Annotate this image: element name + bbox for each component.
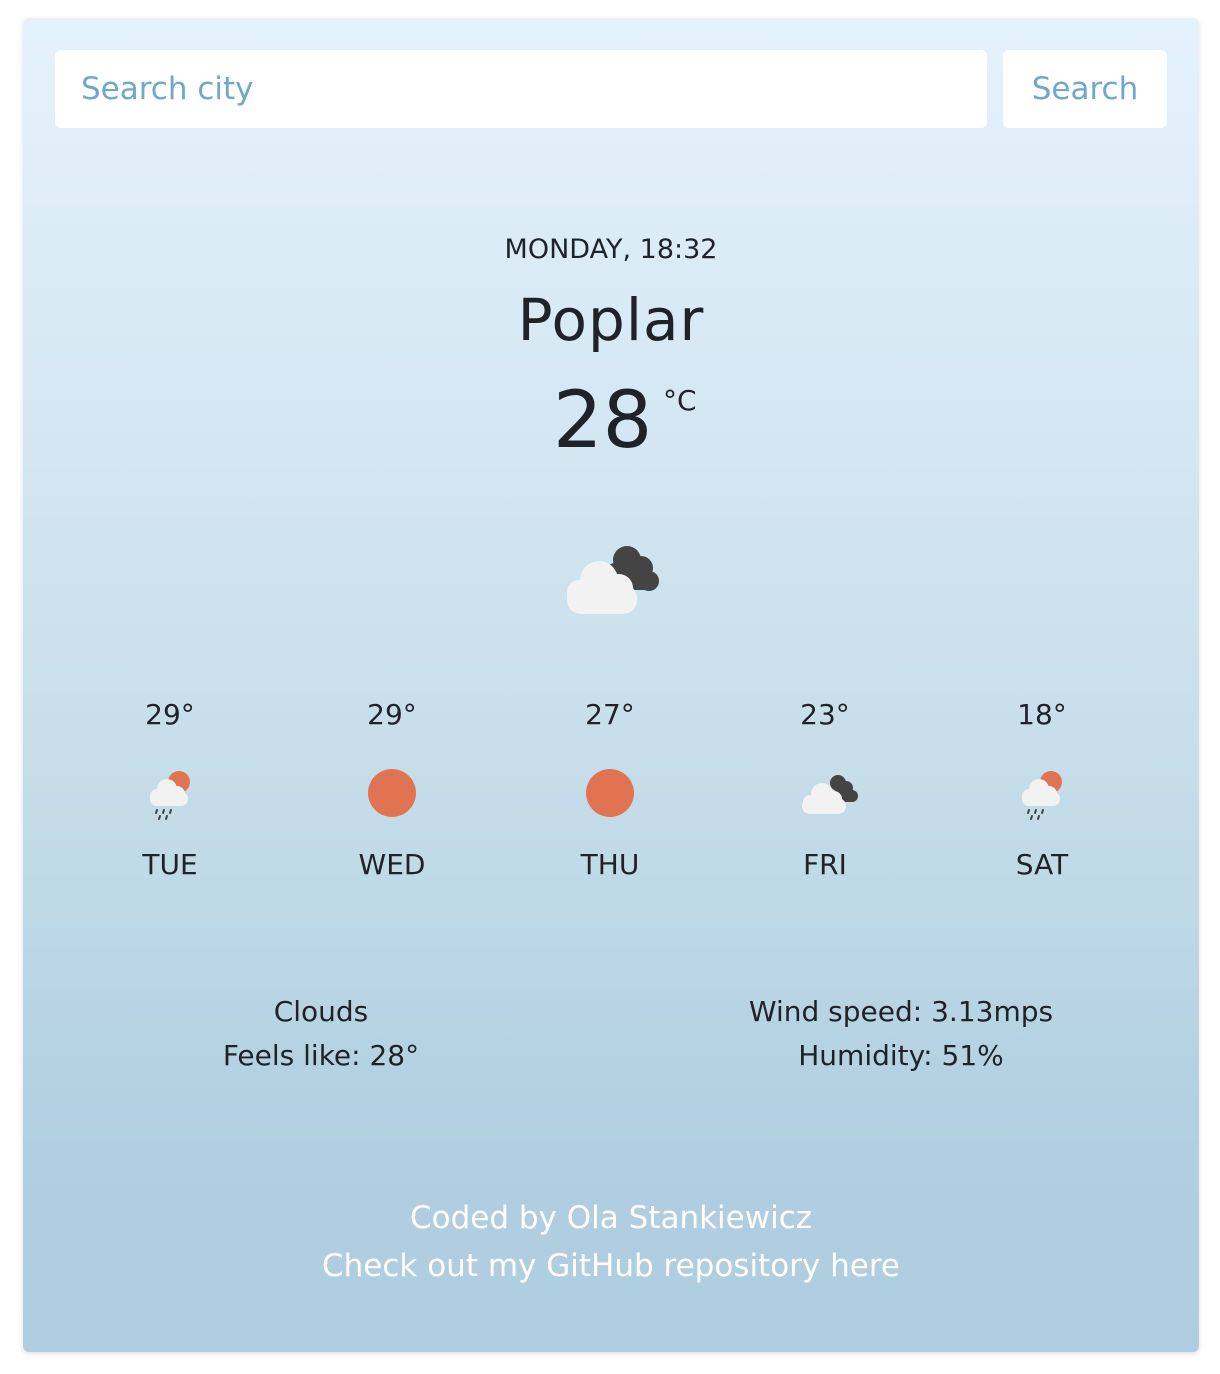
forecast-day-name: SAT: [1015, 848, 1069, 881]
forecast-day-name: TUE: [142, 848, 198, 881]
humidity: Humidity: 51%: [798, 1039, 1004, 1072]
current-datetime: MONDAY, 18:32: [504, 234, 718, 265]
forecast-day-name: THU: [580, 848, 640, 881]
city-name: Poplar: [517, 286, 705, 354]
forecast-day-name: FRI: [803, 848, 847, 881]
forecast-temp: 29°: [145, 698, 195, 731]
sun-icon: [368, 769, 416, 817]
search-button[interactable]: Search: [1003, 50, 1167, 128]
forecast-day-fri: 23° FRI: [760, 698, 890, 898]
forecast-day-wed: 29° WED: [327, 698, 457, 898]
forecast-day-name: WED: [358, 848, 426, 881]
wind-speed: Wind speed: 3.13mps: [748, 995, 1054, 1028]
forecast-temp: 23°: [800, 698, 850, 731]
forecast-temp: 29°: [367, 698, 417, 731]
search-input[interactable]: [55, 50, 987, 128]
current-temperature: 28 °C: [553, 376, 753, 476]
weather-description-block: Clouds Feels like: 28°: [171, 990, 471, 1078]
weather-card: Search MONDAY, 18:32 Poplar 28 °C 29°: [23, 18, 1199, 1352]
rain-sun-icon: [1022, 771, 1062, 820]
forecast-temp: 18°: [1017, 698, 1067, 731]
rain-sun-icon: [150, 771, 190, 820]
weather-metrics-block: Wind speed: 3.13mps Humidity: 51%: [723, 990, 1079, 1078]
feels-like: Feels like: 28°: [222, 1039, 420, 1072]
github-repo-link[interactable]: Check out my GitHub repository here: [322, 1248, 900, 1284]
sun-icon: [586, 769, 634, 817]
cloudy-icon: [567, 546, 659, 614]
weather-description: Clouds: [273, 995, 369, 1028]
footer: Coded by Ola Stankiewicz Check out my Gi…: [23, 1194, 1199, 1290]
temperature-unit: °C: [663, 384, 697, 417]
forecast-day-tue: 29° TUE: [105, 698, 235, 898]
forecast-day-sat: 18° SAT: [977, 698, 1107, 898]
footer-credit: Coded by Ola Stankiewicz: [409, 1200, 813, 1236]
cloudy-icon: [802, 775, 858, 814]
forecast-day-thu: 27° THU: [545, 698, 675, 898]
temperature-value: 28: [553, 376, 653, 466]
forecast-temp: 27°: [585, 698, 635, 731]
